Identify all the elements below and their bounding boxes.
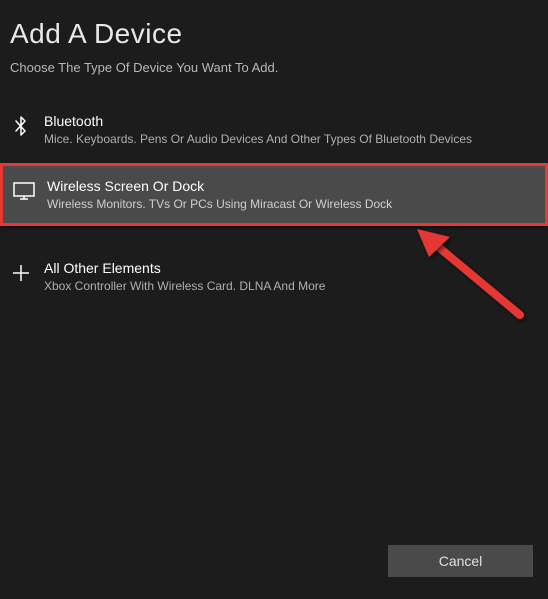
device-title-bluetooth: Bluetooth [44, 113, 538, 129]
device-option-wireless-screen[interactable]: Wireless Screen Or Dock Wireless Monitor… [0, 163, 548, 226]
device-desc-bluetooth: Mice. Keyboards. Pens Or Audio Devices A… [44, 132, 538, 146]
bluetooth-icon [10, 115, 32, 137]
device-option-bluetooth[interactable]: Bluetooth Mice. Keyboards. Pens Or Audio… [0, 101, 548, 158]
device-desc-wireless: Wireless Monitors. TVs Or PCs Using Mira… [47, 197, 535, 211]
device-title-other: All Other Elements [44, 260, 538, 276]
device-option-other[interactable]: All Other Elements Xbox Controller With … [0, 248, 548, 305]
device-text-other: All Other Elements Xbox Controller With … [44, 260, 538, 293]
device-desc-other: Xbox Controller With Wireless Card. DLNA… [44, 279, 538, 293]
dialog-header: Add A Device Choose The Type Of Device Y… [0, 0, 548, 83]
dialog-title: Add A Device [10, 18, 538, 50]
device-text-wireless: Wireless Screen Or Dock Wireless Monitor… [47, 178, 535, 211]
dialog-subtitle: Choose The Type Of Device You Want To Ad… [10, 60, 538, 75]
plus-icon [10, 262, 32, 284]
monitor-icon [13, 180, 35, 202]
device-title-wireless: Wireless Screen Or Dock [47, 178, 535, 194]
cancel-button[interactable]: Cancel [388, 545, 533, 577]
device-text-bluetooth: Bluetooth Mice. Keyboards. Pens Or Audio… [44, 113, 538, 146]
device-type-list: Bluetooth Mice. Keyboards. Pens Or Audio… [0, 101, 548, 305]
